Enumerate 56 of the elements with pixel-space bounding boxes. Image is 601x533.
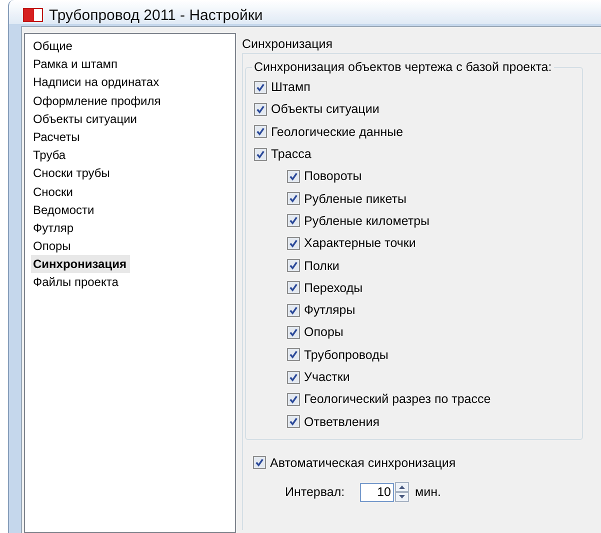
checkbox[interactable] bbox=[253, 456, 266, 470]
checkbox[interactable] bbox=[287, 415, 300, 428]
sidebar-item[interactable]: Труба bbox=[31, 146, 69, 164]
checkbox-label: Трасса bbox=[271, 147, 312, 162]
section-title: Синхронизация bbox=[242, 37, 334, 53]
sidebar-item[interactable]: Ведомости bbox=[31, 200, 98, 219]
checkbox-label: Ответвления bbox=[304, 414, 380, 429]
checkbox[interactable] bbox=[254, 125, 267, 138]
checkbox-label: Штамп bbox=[271, 80, 310, 94]
checkbox[interactable] bbox=[287, 170, 300, 183]
checkbox[interactable] bbox=[287, 214, 300, 228]
sidebar-item[interactable]: Объекты ситуации bbox=[31, 110, 140, 128]
checkbox-label: Полки bbox=[304, 258, 340, 273]
checkbox-label: Футляры bbox=[304, 303, 356, 318]
checkbox-label: Повороты bbox=[304, 169, 362, 184]
window-title: Трубопровод 2011 - Настройки bbox=[49, 6, 263, 24]
sidebar-item[interactable]: Расчеты bbox=[31, 128, 83, 146]
checkbox[interactable] bbox=[254, 80, 267, 94]
checkbox-label: Участки bbox=[304, 370, 350, 384]
sidebar-item[interactable]: Общие bbox=[31, 37, 76, 56]
checkbox[interactable] bbox=[287, 304, 300, 317]
sidebar-item[interactable]: Файлы проекта bbox=[31, 273, 122, 292]
sidebar-item[interactable]: Синхронизация bbox=[31, 255, 130, 274]
sidebar-item[interactable]: Рамка и штамп bbox=[31, 55, 120, 74]
checkbox-label: Автоматическая синхронизация bbox=[270, 456, 456, 470]
sidebar-item[interactable]: Надписи на ординатах bbox=[31, 73, 162, 92]
checkbox-label: Рубленые километры bbox=[304, 214, 430, 228]
checkbox[interactable] bbox=[287, 192, 300, 206]
sidebar-item[interactable]: Опоры bbox=[31, 237, 74, 256]
unit-label: мин. bbox=[415, 485, 441, 500]
group-title: Синхронизация объектов чертежа с базой проекта: bbox=[253, 60, 553, 74]
checkbox[interactable] bbox=[254, 148, 267, 161]
checkbox-label: Переходы bbox=[304, 280, 363, 295]
sidebar-item[interactable]: Оформление профиля bbox=[31, 92, 164, 110]
checkbox[interactable] bbox=[287, 370, 300, 384]
checkbox[interactable] bbox=[287, 281, 300, 294]
checkbox[interactable] bbox=[287, 259, 300, 272]
checkbox-label: Рубленые пикеты bbox=[304, 192, 406, 206]
sidebar-item[interactable]: Сноски bbox=[31, 182, 76, 201]
checkbox[interactable] bbox=[287, 348, 300, 362]
checkbox-label: Характерные точки bbox=[304, 236, 416, 250]
interval-field[interactable]: 10 bbox=[360, 482, 394, 502]
checkbox-label: Трубопроводы bbox=[304, 348, 388, 362]
checkbox-label: Геологический разрез по трассе bbox=[304, 392, 491, 406]
checkbox-label: Объекты ситуации bbox=[271, 102, 380, 116]
sidebar-item[interactable]: Футляр bbox=[31, 218, 77, 238]
sidebar-item[interactable]: Сноски трубы bbox=[31, 164, 113, 182]
checkbox[interactable] bbox=[254, 102, 267, 116]
checkbox[interactable] bbox=[287, 392, 300, 406]
checkbox-label: Опоры bbox=[304, 325, 344, 340]
checkbox[interactable] bbox=[287, 236, 300, 250]
spin-buttons[interactable] bbox=[395, 482, 409, 502]
app-logo-icon bbox=[23, 8, 43, 22]
checkbox[interactable] bbox=[287, 326, 300, 339]
interval-label: Интервал: bbox=[285, 485, 346, 500]
checkbox-label: Геологические данные bbox=[271, 124, 404, 139]
